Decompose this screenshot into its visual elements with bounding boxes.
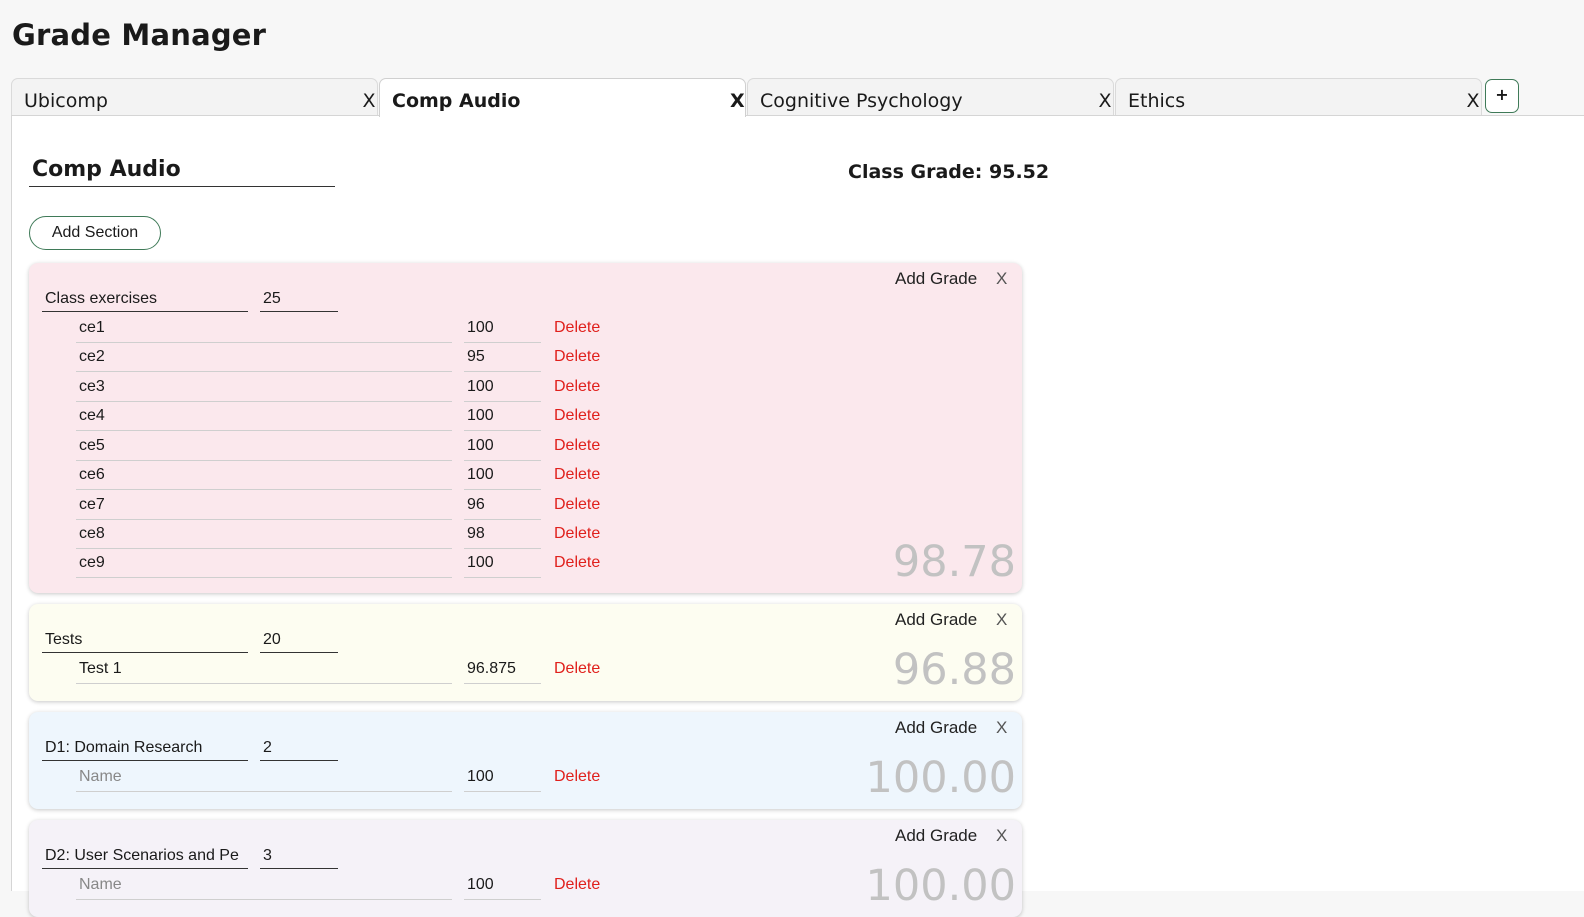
- section-name-input[interactable]: Tests: [42, 631, 248, 653]
- section-weight-input[interactable]: 25: [260, 290, 338, 312]
- section-average: 100.00: [865, 861, 1016, 911]
- grade-row: ce5 100 Delete: [29, 437, 729, 465]
- add-grade-button[interactable]: Add Grade: [895, 269, 977, 289]
- add-grade-button[interactable]: Add Grade: [895, 826, 977, 846]
- grade-row: Name 100 Delete: [29, 876, 729, 904]
- tab-label[interactable]: Ethics: [1128, 90, 1185, 112]
- grade-row: Name 100 Delete: [29, 768, 729, 796]
- grade-row: ce3 100 Delete: [29, 378, 729, 406]
- grade-score-input[interactable]: 100: [464, 768, 541, 792]
- add-grade-button[interactable]: Add Grade: [895, 718, 977, 738]
- delete-grade-button[interactable]: Delete: [554, 496, 600, 514]
- tab-close-button[interactable]: X: [730, 90, 745, 112]
- tab-ubicomp[interactable]: Ubicomp X: [11, 78, 378, 115]
- grade-score-input[interactable]: 95: [464, 348, 541, 372]
- class-name-input[interactable]: Comp Audio: [29, 157, 335, 187]
- section-d2-user-scenarios: Add Grade X D2: User Scenarios and Pe 3 …: [29, 820, 1022, 917]
- tab-bar: Ubicomp X Comp Audio X Cognitive Psychol…: [11, 78, 1584, 117]
- app-title: Grade Manager: [12, 18, 267, 52]
- grade-name-input[interactable]: ce6: [76, 466, 452, 490]
- grade-name-input[interactable]: ce7: [76, 496, 452, 520]
- class-panel: Comp Audio Class Grade: 95.52 Add Sectio…: [11, 115, 1584, 917]
- grade-row: ce6 100 Delete: [29, 466, 729, 494]
- grade-row: ce8 98 Delete: [29, 525, 729, 553]
- section-weight-input[interactable]: 20: [260, 631, 338, 653]
- delete-grade-button[interactable]: Delete: [554, 319, 600, 337]
- delete-grade-button[interactable]: Delete: [554, 525, 600, 543]
- grade-row: ce1 100 Delete: [29, 319, 729, 347]
- delete-grade-button[interactable]: Delete: [554, 768, 600, 786]
- grade-row: ce4 100 Delete: [29, 407, 729, 435]
- section-name-input[interactable]: D1: Domain Research: [42, 739, 248, 761]
- tab-label[interactable]: Ubicomp: [24, 90, 108, 112]
- section-close-button[interactable]: X: [996, 718, 1007, 738]
- delete-grade-button[interactable]: Delete: [554, 437, 600, 455]
- grade-name-input[interactable]: ce3: [76, 378, 452, 402]
- grade-row: ce7 96 Delete: [29, 496, 729, 524]
- tab-close-button[interactable]: X: [362, 90, 376, 112]
- section-weight-input[interactable]: 3: [260, 847, 338, 869]
- grade-score-input[interactable]: 100: [464, 407, 541, 431]
- tab-comp-audio[interactable]: Comp Audio X: [379, 78, 746, 117]
- section-average: 96.88: [892, 645, 1016, 695]
- grade-score-input[interactable]: 100: [464, 437, 541, 461]
- delete-grade-button[interactable]: Delete: [554, 466, 600, 484]
- section-name-input[interactable]: Class exercises: [42, 290, 248, 312]
- grade-row: ce9 100 Delete: [29, 554, 729, 582]
- grade-name-input[interactable]: ce1: [76, 319, 452, 343]
- section-average: 100.00: [865, 753, 1016, 803]
- add-section-button[interactable]: Add Section: [29, 216, 161, 250]
- grade-score-input[interactable]: 98: [464, 525, 541, 549]
- delete-grade-button[interactable]: Delete: [554, 554, 600, 572]
- grade-score-input[interactable]: 96: [464, 496, 541, 520]
- grade-score-input[interactable]: 100: [464, 378, 541, 402]
- add-grade-button[interactable]: Add Grade: [895, 610, 977, 630]
- grade-score-input[interactable]: 100: [464, 319, 541, 343]
- section-average: 98.78: [892, 537, 1016, 587]
- tab-close-button[interactable]: X: [1466, 90, 1480, 112]
- delete-grade-button[interactable]: Delete: [554, 348, 600, 366]
- section-close-button[interactable]: X: [996, 610, 1007, 630]
- section-close-button[interactable]: X: [996, 826, 1007, 846]
- class-grade: Class Grade: 95.52: [848, 161, 1050, 183]
- grade-name-input[interactable]: Name: [76, 876, 452, 900]
- tab-label[interactable]: Comp Audio: [392, 90, 520, 112]
- grade-name-input[interactable]: ce9: [76, 554, 452, 578]
- grade-name-input[interactable]: Test 1: [76, 660, 452, 684]
- section-class-exercises: Add Grade X Class exercises 25 ce1 100 D…: [29, 263, 1022, 593]
- grade-name-input[interactable]: ce8: [76, 525, 452, 549]
- grade-score-input[interactable]: 96.875: [464, 660, 541, 684]
- grade-name-input[interactable]: ce5: [76, 437, 452, 461]
- grade-name-input[interactable]: Name: [76, 768, 452, 792]
- tab-ethics[interactable]: Ethics X: [1115, 78, 1482, 115]
- grade-name-input[interactable]: ce2: [76, 348, 452, 372]
- delete-grade-button[interactable]: Delete: [554, 407, 600, 425]
- section-tests: Add Grade X Tests 20 Test 1 96.875 Delet…: [29, 604, 1022, 701]
- tab-cognitive-psychology[interactable]: Cognitive Psychology X: [747, 78, 1114, 115]
- delete-grade-button[interactable]: Delete: [554, 378, 600, 396]
- grade-row: Test 1 96.875 Delete: [29, 660, 729, 688]
- tab-label[interactable]: Cognitive Psychology: [760, 90, 963, 112]
- add-tab-button[interactable]: +: [1485, 79, 1519, 113]
- section-name-input[interactable]: D2: User Scenarios and Pe: [42, 847, 248, 869]
- grade-score-input[interactable]: 100: [464, 466, 541, 490]
- section-d1-domain-research: Add Grade X D1: Domain Research 2 Name 1…: [29, 712, 1022, 809]
- grade-row: ce2 95 Delete: [29, 348, 729, 376]
- delete-grade-button[interactable]: Delete: [554, 876, 600, 894]
- tab-close-button[interactable]: X: [1098, 90, 1112, 112]
- grade-name-input[interactable]: ce4: [76, 407, 452, 431]
- section-close-button[interactable]: X: [996, 269, 1007, 289]
- grade-score-input[interactable]: 100: [464, 554, 541, 578]
- grade-score-input[interactable]: 100: [464, 876, 541, 900]
- delete-grade-button[interactable]: Delete: [554, 660, 600, 678]
- section-weight-input[interactable]: 2: [260, 739, 338, 761]
